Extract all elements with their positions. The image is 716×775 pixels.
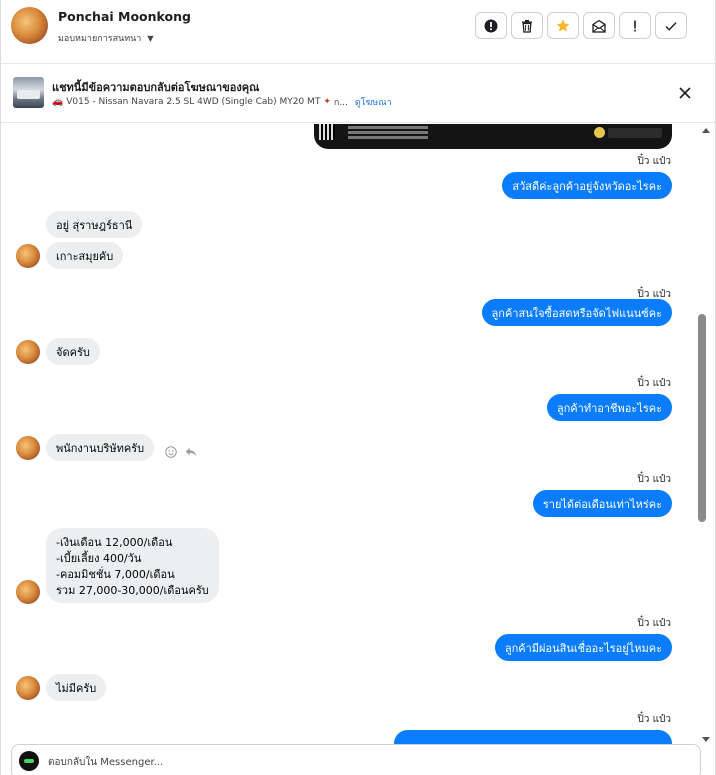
message-bubble-outgoing[interactable]: สวัสดีค่ะลูกค้าอยู่จังหวัดอะไรคะ (502, 172, 672, 199)
seen-status: ปิ๋ว แป๋ว (637, 378, 671, 389)
view-ad-link[interactable]: ดูโฆษณา (355, 95, 392, 109)
seen-status: ปิ๋ว แป๋ว (637, 714, 671, 725)
assign-label: มอบหมายการสนทนา (58, 34, 142, 44)
message-bubble-outgoing-partial[interactable] (394, 730, 672, 744)
conversation-panel: Ponchai Moonkong มอบหมายการสนทนา ▼ แชทนี… (0, 0, 716, 775)
message-line: -เบี้ยเลี้ยง 400/วัน (56, 552, 142, 565)
ad-image-attachment[interactable] (314, 124, 672, 149)
mark-unread-button[interactable] (583, 12, 615, 39)
message-bubble-outgoing[interactable]: ลูกค้าทำอาชีพอะไรคะ (546, 394, 672, 421)
sender-avatar[interactable] (16, 340, 40, 364)
star-button[interactable] (547, 12, 579, 39)
message-bubble-incoming[interactable]: ไม่มีครับ (46, 674, 107, 701)
report-icon (484, 19, 498, 32)
caret-down-icon: ▼ (147, 33, 154, 43)
report-button[interactable] (475, 12, 507, 39)
scroll-up-arrow-icon[interactable] (702, 128, 710, 133)
message-bubble-incoming[interactable]: อยู่ สุราษฎร์ธานี (46, 211, 143, 238)
sender-avatar[interactable] (16, 436, 40, 460)
delete-button[interactable] (511, 12, 543, 39)
car-icon: 🚗 (52, 97, 64, 107)
message-line: -คอมมิชชั่น 7,000/เดือน (56, 568, 175, 581)
message-thread[interactable]: ปิ๋ว แป๋ว สวัสดีค่ะลูกค้าอยู่จังหวัดอะไร… (1, 124, 695, 744)
sender-avatar[interactable] (16, 676, 40, 700)
dealer-logo (594, 127, 662, 138)
message-bubble-incoming[interactable]: จัดครับ (46, 338, 100, 365)
seen-status: ปิ๋ว แป๋ว (637, 618, 671, 629)
message-bubble-outgoing[interactable]: ลูกค้าสนใจซื้อสดหรือจัดไฟแนนซ์คะ (481, 299, 672, 326)
sparkle-icon: ✦ (323, 97, 331, 107)
check-icon (665, 21, 677, 31)
mark-unread-icon (592, 19, 606, 33)
reply-icon[interactable] (184, 445, 198, 459)
emoji-reaction-icon[interactable] (164, 445, 178, 459)
trash-icon (522, 19, 532, 33)
seen-status: ปิ๋ว แป๋ว (637, 156, 671, 167)
star-icon (556, 19, 570, 31)
scroll-down-arrow-icon[interactable] (702, 737, 710, 742)
page-avatar (19, 751, 39, 771)
conversation-header: Ponchai Moonkong มอบหมายการสนทนา ▼ (1, 0, 715, 64)
thread-scrollbar[interactable] (695, 124, 715, 744)
message-bubble-incoming-multiline[interactable]: -เงินเดือน 12,000/เดือน -เบี้ยเลี้ยง 400… (46, 528, 219, 603)
ad-image-text (348, 126, 428, 129)
ad-description: 🚗 V015 - Nissan Navara 2.5 SL 4WD (Singl… (52, 95, 392, 109)
message-bubble-incoming[interactable]: พนักงานบริษัทครับ (46, 434, 155, 461)
message-bubble-outgoing[interactable]: ลูกค้ามีผ่อนสินเชื่ออะไรอยู่ไหมคะ (494, 634, 672, 661)
ad-name: V015 - Nissan Navara 2.5 SL 4WD (Single … (66, 97, 321, 107)
reply-composer (11, 744, 701, 775)
message-bubble-incoming[interactable]: เกาะสมุยคับ (46, 242, 124, 269)
message-bubble-outgoing[interactable]: รายได้ต่อเดือนเท่าไหร่คะ (532, 490, 672, 517)
contact-avatar[interactable] (11, 7, 48, 44)
sender-avatar[interactable] (16, 244, 40, 268)
message-actions (164, 445, 198, 459)
ad-name-suffix: ก... (333, 98, 348, 108)
reply-input[interactable] (48, 751, 648, 773)
ad-banner-title: แชทนี้มีข้อความตอบกลับต่อโฆษณาของคุณ (52, 81, 260, 94)
done-button[interactable] (655, 12, 687, 39)
message-line: -เงินเดือน 12,000/เดือน (56, 536, 173, 549)
important-button[interactable] (619, 12, 651, 39)
ad-reply-banner: แชทนี้มีข้อความตอบกลับต่อโฆษณาของคุณ 🚗 V… (1, 65, 715, 123)
qr-code-image (319, 124, 335, 140)
header-actions (475, 12, 687, 39)
assign-conversation-dropdown[interactable]: มอบหมายการสนทนา ▼ (58, 31, 154, 45)
ad-thumbnail[interactable] (13, 77, 44, 108)
seen-status: ปิ๋ว แป๋ว (637, 474, 671, 485)
scroll-thumb[interactable] (698, 314, 706, 522)
sender-avatar[interactable] (16, 580, 40, 604)
important-icon (634, 20, 636, 31)
contact-name[interactable]: Ponchai Moonkong (58, 9, 191, 24)
message-line: รวม 27,000-30,000/เดือนครับ (56, 584, 209, 597)
close-icon[interactable] (677, 85, 693, 101)
